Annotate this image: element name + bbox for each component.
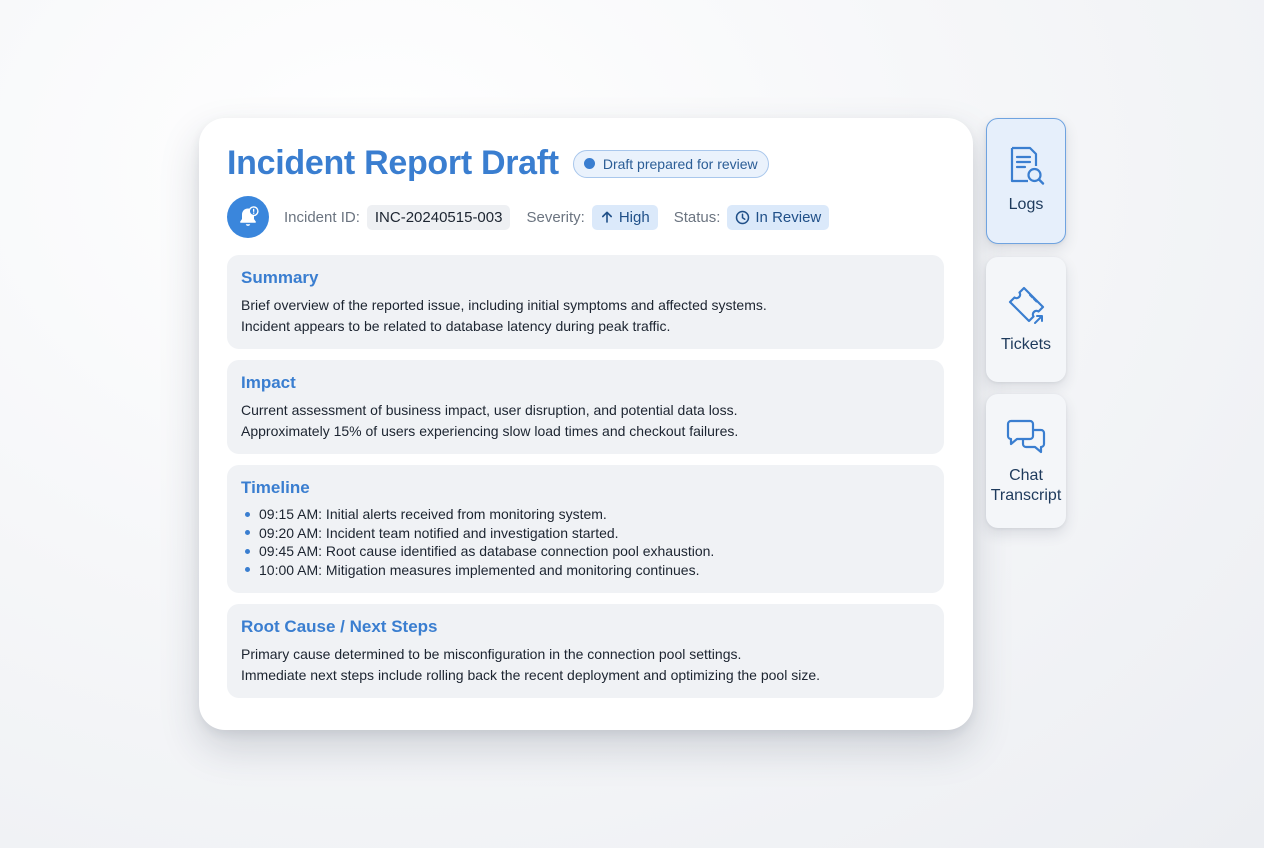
- status-chip: In Review: [727, 204, 830, 230]
- tab-tickets[interactable]: Tickets: [986, 257, 1066, 382]
- timeline-item-text: 09:15 AM: Initial alerts received from m…: [259, 506, 607, 522]
- root-cause-line: Immediate next steps include rolling bac…: [241, 667, 820, 683]
- bullet-icon: [245, 511, 250, 517]
- summary-heading: Summary: [241, 268, 319, 287]
- impact-line: Current assessment of business impact, u…: [241, 402, 738, 418]
- bell-alert-icon: [227, 196, 269, 238]
- timeline-item: 09:45 AM: Root cause identified as datab…: [241, 542, 930, 561]
- summary-line: Brief overview of the reported issue, in…: [241, 297, 767, 313]
- status-dot-icon: [583, 158, 595, 169]
- tab-tickets-label: Tickets: [1000, 336, 1052, 353]
- timeline-list: 09:15 AM: Initial alerts received from m…: [241, 505, 930, 579]
- ticket-icon: [1008, 286, 1045, 324]
- timeline-item: 09:15 AM: Initial alerts received from m…: [241, 505, 930, 524]
- timeline-section: Timeline 09:15 AM: Initial alerts receiv…: [227, 465, 944, 593]
- timeline-item: 09:20 AM: Incident team notified and inv…: [241, 524, 930, 543]
- impact-heading: Impact: [241, 373, 296, 392]
- timeline-item-text: 10:00 AM: Mitigation measures implemente…: [259, 561, 700, 578]
- incident-id-chip: INC-20240515-003: [366, 204, 511, 230]
- summary-section: Summary Brief overview of the reported i…: [227, 255, 944, 349]
- impact-section: Impact Current assessment of business im…: [227, 360, 944, 454]
- timeline-item: 10:00 AM: Mitigation measures implemente…: [241, 561, 930, 580]
- root-cause-heading: Root Cause / Next Steps: [241, 617, 438, 636]
- bullet-icon: [245, 530, 250, 536]
- page-title: Incident Report Draft: [227, 144, 559, 182]
- incident-meta-row: Incident ID: INC-20240515-003 Severity: …: [227, 196, 830, 238]
- chat-bubbles-icon: [1006, 419, 1046, 454]
- status-value: In Review: [755, 208, 822, 226]
- severity-label: Severity:: [526, 208, 585, 226]
- draft-status-badge: Draft prepared for review: [572, 149, 769, 178]
- incident-id-label: Incident ID:: [284, 208, 360, 226]
- tab-logs-label: Logs: [1008, 196, 1044, 213]
- arrow-up-icon: [601, 211, 612, 223]
- document-search-icon: [1010, 146, 1045, 185]
- severity-value: High: [618, 208, 650, 226]
- tab-chat-transcript[interactable]: Chat Transcript: [986, 394, 1066, 528]
- timeline-item-text: 09:45 AM: Root cause identified as datab…: [259, 543, 715, 559]
- timeline-item-text: 09:20 AM: Incident team notified and inv…: [259, 524, 619, 541]
- clock-icon: [736, 210, 750, 224]
- root-cause-section: Root Cause / Next Steps Primary cause de…: [227, 604, 944, 698]
- incident-report-card: Incident Report Draft Draft prepared for…: [199, 118, 973, 730]
- draft-badge-label: Draft prepared for review: [602, 155, 758, 172]
- bullet-icon: [245, 567, 250, 573]
- tab-logs[interactable]: Logs: [986, 118, 1066, 244]
- timeline-heading: Timeline: [241, 478, 310, 497]
- impact-line: Approximately 15% of users experiencing …: [241, 423, 739, 439]
- bullet-icon: [245, 548, 250, 554]
- status-label: Status:: [673, 208, 721, 226]
- root-cause-line: Primary cause determined to be misconfig…: [241, 646, 742, 662]
- tab-chat-label-line1: Chat: [1009, 467, 1043, 484]
- severity-chip: High: [591, 204, 658, 230]
- summary-line: Incident appears to be related to databa…: [241, 318, 671, 334]
- tab-chat-label-line2: Transcript: [990, 487, 1062, 504]
- title-row: Incident Report Draft Draft prepared for…: [227, 144, 769, 183]
